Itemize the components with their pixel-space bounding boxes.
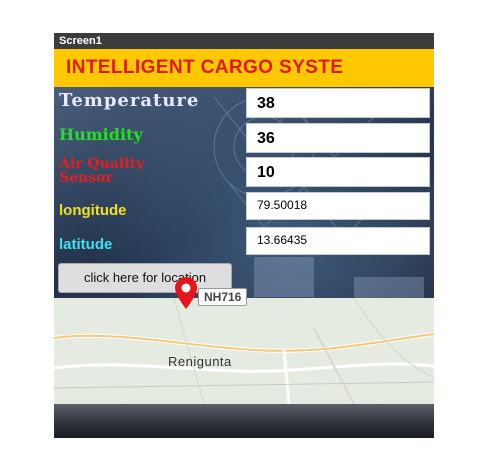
temperature-value[interactable]: 38 [246, 88, 430, 118]
longitude-value[interactable]: 79.50018 [246, 192, 430, 220]
latitude-label: latitude [59, 236, 113, 253]
air-quality-label-text: Air Quality Sensor [59, 156, 145, 186]
air-quality-label: Air Quality Sensor [59, 157, 179, 185]
title-bar: Screen1 [54, 33, 434, 49]
humidity-value[interactable]: 36 [246, 123, 430, 153]
latitude-value[interactable]: 13.66435 [246, 227, 430, 255]
road-shield-label: NH716 [198, 288, 248, 306]
screen-title: Screen1 [59, 35, 102, 47]
humidity-label: Humidity [59, 125, 143, 144]
temperature-label: Temperature [59, 90, 200, 111]
app-screen: Screen1 INTELLIGENT CARGO SYSTE Temperat… [54, 33, 434, 438]
air-quality-value[interactable]: 10 [246, 157, 430, 187]
banner-title: INTELLIGENT CARGO SYSTE [66, 57, 344, 78]
place-name-label: Renigunta [168, 354, 232, 369]
background-footer [54, 404, 434, 438]
map-pin-icon[interactable] [173, 276, 199, 310]
longitude-label: longitude [59, 202, 127, 219]
map-view[interactable] [54, 298, 434, 404]
app-banner: INTELLIGENT CARGO SYSTE [54, 49, 434, 87]
